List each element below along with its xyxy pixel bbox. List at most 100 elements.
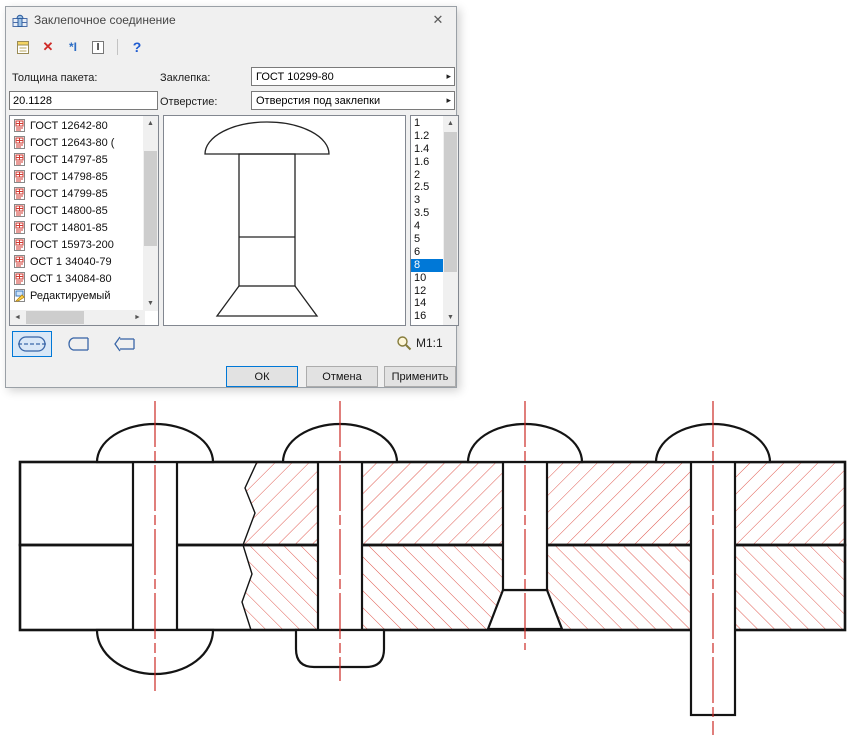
diameter-item[interactable]: 1.6 — [411, 156, 444, 169]
edit-params-button[interactable]: *I — [62, 36, 84, 58]
magnifier-icon[interactable] — [396, 335, 412, 351]
rivet-standard-combo[interactable]: ГОСТ 10299-80 ▸ — [251, 67, 455, 86]
diameter-item[interactable]: 6 — [411, 246, 444, 259]
diameter-item[interactable]: 12 — [411, 285, 444, 298]
standard-item-label: ГОСТ 14798-85 — [30, 171, 108, 183]
rivet-preview-panel — [163, 115, 406, 326]
help-icon: ? — [133, 39, 142, 55]
cancel-button[interactable]: Отмена — [306, 366, 378, 387]
diameter-item[interactable]: 16 — [411, 310, 444, 323]
gost-doc-icon — [13, 255, 26, 268]
ok-button[interactable]: ОК — [226, 366, 298, 387]
scale-indicator: М1:1 — [396, 335, 443, 351]
thickness-input[interactable] — [9, 91, 158, 110]
standard-item-label: ГОСТ 12642-80 — [30, 120, 108, 132]
standard-item[interactable]: ГОСТ 12643-80 ( — [10, 134, 144, 151]
standard-item[interactable]: ГОСТ 14797-85 — [10, 151, 144, 168]
gost-doc-icon — [13, 272, 26, 285]
dialog-toolbar: ✕ *I I ? — [12, 36, 148, 58]
delete-icon: ✕ — [43, 39, 54, 55]
diameter-item[interactable]: 3 — [411, 194, 444, 207]
standard-item[interactable]: ГОСТ 14801-85 — [10, 219, 144, 236]
assembly-drawing-area — [0, 398, 864, 738]
rivet-countersunk-icon — [109, 335, 139, 353]
help-button[interactable]: ? — [126, 36, 148, 58]
standard-item[interactable]: ГОСТ 12642-80 — [10, 117, 144, 134]
apply-button[interactable]: Применить — [384, 366, 456, 387]
standard-item[interactable]: ОСТ 1 34084-80 — [10, 270, 144, 287]
diameter-listbox: 11.21.41.622.533.5456810121416 ▲ ▼ — [410, 115, 459, 326]
close-button[interactable]: ✕ — [420, 7, 456, 33]
standard-item[interactable]: ГОСТ 14798-85 — [10, 168, 144, 185]
standard-item-label: ГОСТ 12643-80 ( — [30, 137, 114, 149]
vscroll-thumb[interactable] — [444, 132, 457, 272]
standard-item[interactable]: Редактируемый — [10, 287, 144, 304]
standards-list-items: ГОСТ 12642-80 ГОСТ 12643-80 ( ГОСТ 14797-8… — [10, 117, 144, 310]
gost-doc-icon — [13, 204, 26, 217]
standards-hscrollbar[interactable]: ◄ ► — [10, 310, 145, 325]
diameter-vscrollbar[interactable]: ▲ ▼ — [443, 116, 458, 325]
vscroll-thumb[interactable] — [144, 151, 157, 246]
diameter-item[interactable]: 5 — [411, 233, 444, 246]
combo-arrow-icon[interactable]: ▸ — [446, 71, 454, 82]
standard-item-label: Редактируемый — [30, 290, 111, 302]
standard-item-label: ГОСТ 14797-85 — [30, 154, 108, 166]
rivet-connection-dialog: Заклепочное соединение ✕ ✕ *I I ? Толщин… — [5, 6, 457, 388]
riveted-joint-drawing — [0, 398, 864, 738]
thickness-label: Толщина пакета: — [12, 72, 97, 84]
standard-item[interactable]: ГОСТ 15973-200 — [10, 236, 144, 253]
diameter-item[interactable]: 14 — [411, 297, 444, 310]
standard-item-label: ГОСТ 14800-85 — [30, 205, 108, 217]
diameter-item[interactable]: 4 — [411, 220, 444, 233]
diameter-item[interactable]: 10 — [411, 272, 444, 285]
gost-doc-icon — [13, 119, 26, 132]
rivet-type-both-round-button[interactable] — [12, 331, 52, 357]
scroll-down-icon[interactable]: ▼ — [443, 310, 458, 325]
standard-item[interactable]: ОСТ 1 34040-79 — [10, 253, 144, 270]
diameter-item[interactable]: 2.5 — [411, 181, 444, 194]
hole-type-combo[interactable]: Отверстия под заклепки ▸ — [251, 91, 455, 110]
edit-inplace-icon: I — [92, 41, 105, 54]
standards-vscrollbar[interactable]: ▲ ▼ — [143, 116, 158, 311]
diameter-item[interactable]: 8 — [411, 259, 444, 272]
delete-button[interactable]: ✕ — [37, 36, 59, 58]
scroll-up-icon[interactable]: ▲ — [143, 116, 158, 131]
hole-type-value: Отверстия под заклепки — [256, 95, 380, 107]
scroll-right-icon[interactable]: ► — [130, 310, 145, 325]
hole-label: Отверстие: — [160, 96, 217, 108]
standard-item-label: ОСТ 1 34040-79 — [30, 256, 112, 268]
rivet-standard-value: ГОСТ 10299-80 — [256, 71, 334, 83]
diameter-item[interactable]: 3.5 — [411, 207, 444, 220]
standard-item-label: ГОСТ 14799-85 — [30, 188, 108, 200]
combo-arrow-icon[interactable]: ▸ — [446, 95, 454, 106]
standard-item-label: ГОСТ 14801-85 — [30, 222, 108, 234]
scroll-up-icon[interactable]: ▲ — [443, 116, 458, 131]
rivet-type-countersunk-button[interactable] — [104, 331, 144, 357]
hscroll-thumb[interactable] — [26, 311, 84, 324]
rivet-both-round-heads-icon — [17, 335, 47, 353]
gost-doc-icon — [13, 238, 26, 251]
standard-item-label: ГОСТ 15973-200 — [30, 239, 114, 251]
gost-doc-icon — [13, 221, 26, 234]
toolbar-separator — [117, 39, 118, 55]
scroll-left-icon[interactable]: ◄ — [10, 310, 25, 325]
rivet-type-round-head-button[interactable] — [58, 331, 98, 357]
standard-item[interactable]: ГОСТ 14800-85 — [10, 202, 144, 219]
new-object-button[interactable] — [12, 36, 34, 58]
diameter-item[interactable]: 1 — [411, 117, 444, 130]
gost-doc-icon — [13, 170, 26, 183]
scroll-down-icon[interactable]: ▼ — [143, 296, 158, 311]
diameter-item[interactable]: 2 — [411, 169, 444, 182]
screen: Заклепочное соединение ✕ ✕ *I I ? Толщин… — [0, 0, 864, 738]
gost-doc-icon — [13, 136, 26, 149]
new-object-icon — [16, 40, 31, 55]
scale-label: М1:1 — [416, 336, 443, 350]
rivet-label: Заклепка: — [160, 72, 210, 84]
rivet-preview-drawing — [164, 116, 405, 325]
diameter-item[interactable]: 1.2 — [411, 130, 444, 143]
dialog-title: Заклепочное соединение — [34, 13, 176, 27]
standard-item[interactable]: ГОСТ 14799-85 — [10, 185, 144, 202]
edit-inplace-button[interactable]: I — [87, 36, 109, 58]
diameter-item[interactable]: 1.4 — [411, 143, 444, 156]
standards-listbox: ГОСТ 12642-80 ГОСТ 12643-80 ( ГОСТ 14797-8… — [9, 115, 159, 326]
